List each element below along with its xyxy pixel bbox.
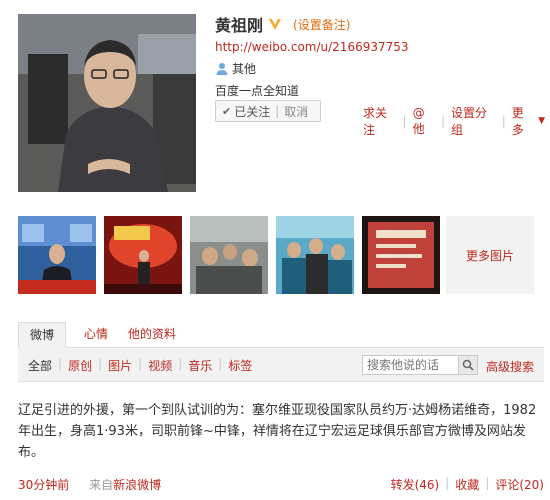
photo-thumbnail-1[interactable] <box>18 216 96 294</box>
set-group-link[interactable]: 设置分组 <box>451 104 496 138</box>
search-icon <box>462 359 474 371</box>
tab-weibo[interactable]: 微博 <box>18 322 66 348</box>
avatar-photo <box>18 14 196 192</box>
post-source: 来自新浪微博 <box>89 478 161 492</box>
followed-label: 已关注 <box>234 104 271 119</box>
profile-avatar[interactable] <box>18 14 196 192</box>
filter-pictures[interactable]: 图片 <box>108 357 132 374</box>
filter-bar: 全部 | 原创 | 图片 | 视频 | 音乐 | 标签 高级搜索 <box>18 348 544 382</box>
photo-thumbnail-2[interactable] <box>104 216 182 294</box>
follow-separator: | <box>275 104 280 118</box>
profile-location: 其他 <box>215 60 256 77</box>
set-remark-link[interactable]: (设置备注) <box>293 16 350 33</box>
profile-info: 黄祖刚 (设置备注) http://weibo.com/u/2166937753… <box>215 14 545 137</box>
caret-down-icon[interactable]: ▼ <box>538 116 545 126</box>
search-button[interactable] <box>458 355 478 375</box>
post-source-prefix: 来自 <box>89 478 114 492</box>
search-input[interactable] <box>363 356 459 374</box>
post-source-link[interactable]: 新浪微博 <box>113 478 161 492</box>
filter-all[interactable]: 全部 <box>28 357 52 374</box>
profile-tabs: 微博 心情 他的资料 <box>18 322 544 348</box>
mention-link[interactable]: @他 <box>413 106 435 137</box>
photo-thumbnail-4[interactable] <box>276 216 354 294</box>
person-icon <box>216 62 228 75</box>
profile-name: 黄祖刚 <box>215 16 264 35</box>
post-text: 辽足引进的外援，第一个到队试训的为：塞尔维亚现役国家队员约万·达姆杨诺维奇，19… <box>18 403 537 460</box>
request-follow-link[interactable]: 求关注 <box>363 104 397 138</box>
filter-videos[interactable]: 视频 <box>148 357 172 374</box>
more-menu[interactable]: 更多 <box>512 104 534 138</box>
unfollow-button[interactable]: 取消 <box>284 103 308 120</box>
filter-music[interactable]: 音乐 <box>188 357 212 374</box>
more-photos-button[interactable]: 更多图片 <box>446 216 534 294</box>
post-time[interactable]: 30分钟前 <box>18 478 69 492</box>
profile-bio: 百度一点全知道 <box>215 84 300 98</box>
follow-status-box: ✔ 已关注 | 取消 <box>215 100 321 122</box>
photo-thumbnail-3[interactable] <box>190 216 268 294</box>
check-icon: ✔ <box>222 104 232 118</box>
tab-mood[interactable]: 心情 <box>84 322 108 348</box>
post-meta: 30分钟前 来自新浪微博 转发(46) | 收藏 | 评论(20) <box>18 476 544 493</box>
profile-url[interactable]: http://weibo.com/u/2166937753 <box>215 40 409 54</box>
filter-tags[interactable]: 标签 <box>228 357 252 374</box>
photo-strip: 更多图片 <box>18 216 538 296</box>
profile-actions: 求关注 | @他 | 设置分组 | 更多 ▼ <box>363 104 546 138</box>
repost-link[interactable]: 转发(46) <box>391 476 440 493</box>
tab-profile-info[interactable]: 他的资料 <box>128 322 176 348</box>
location-text: 其他 <box>232 62 257 76</box>
advanced-search-link[interactable]: 高级搜索 <box>486 358 534 375</box>
photo-thumbnail-5[interactable] <box>362 216 440 294</box>
filter-original[interactable]: 原创 <box>68 357 92 374</box>
verified-icon[interactable] <box>267 16 283 32</box>
more-photos-label: 更多图片 <box>465 248 514 263</box>
favorite-link[interactable]: 收藏 <box>455 476 479 493</box>
comment-link[interactable]: 评论(20) <box>495 476 544 493</box>
